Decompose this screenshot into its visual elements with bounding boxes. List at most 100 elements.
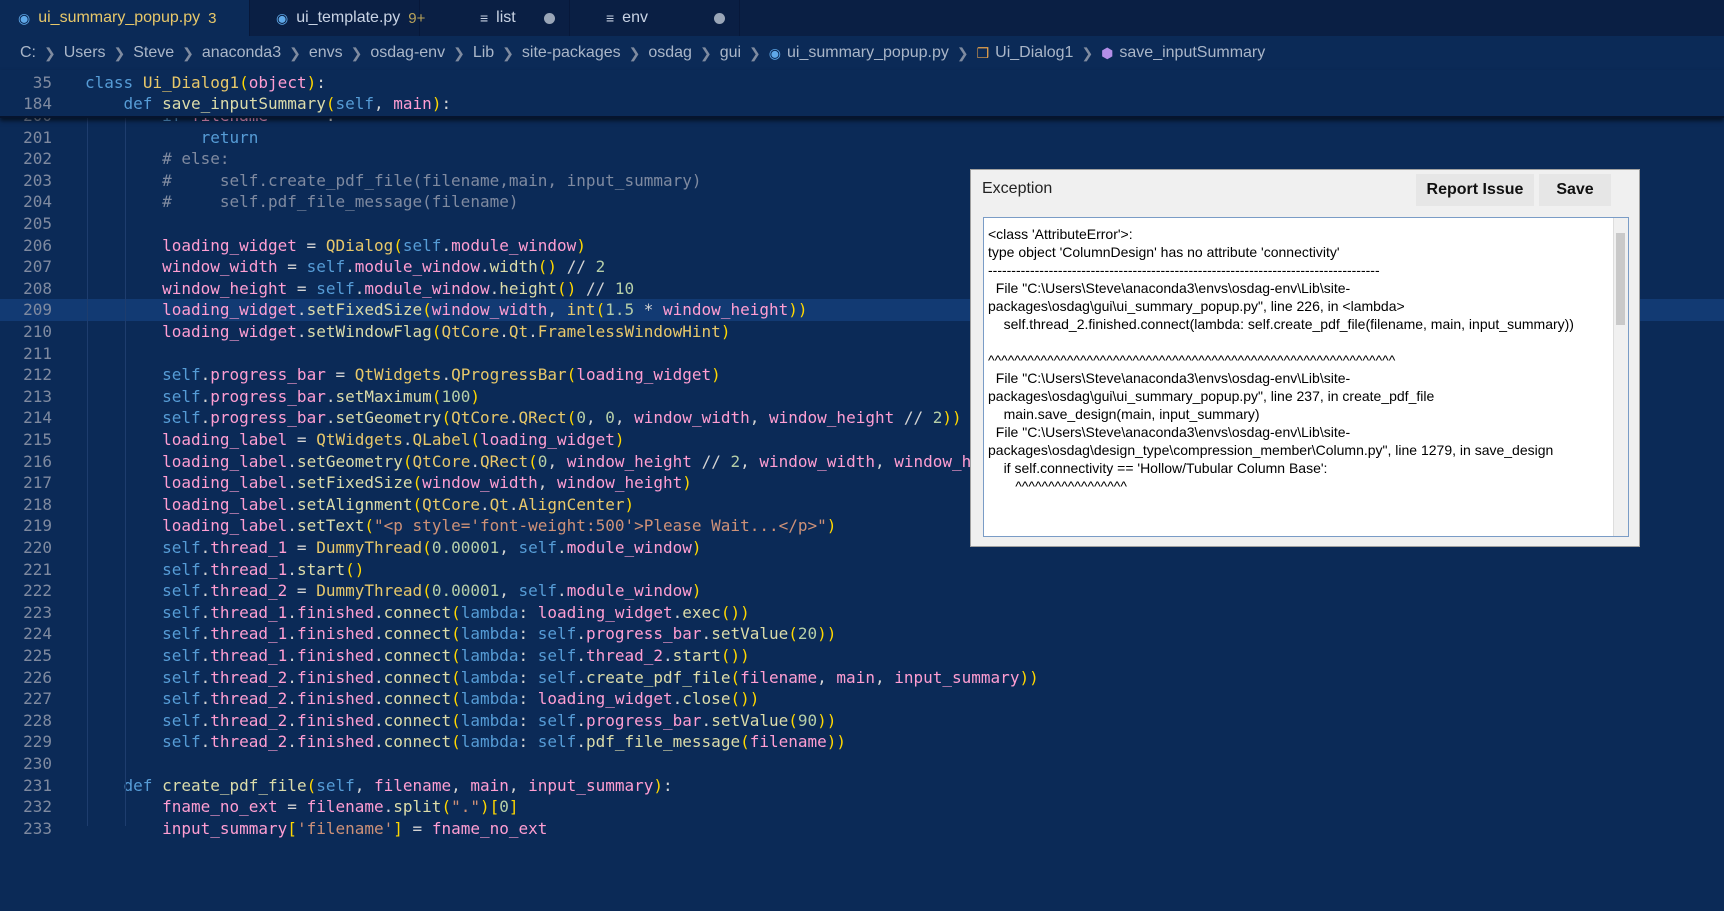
breadcrumb-item[interactable]: osdag [648, 44, 692, 62]
line-number[interactable]: 211 [0, 343, 52, 365]
code-line[interactable]: 228 self.thread_2.finished.connect(lambd… [0, 710, 1724, 732]
report-issue-button[interactable]: Report Issue [1416, 174, 1534, 206]
breadcrumb-item[interactable]: Ui_Dialog1 [995, 44, 1073, 62]
code-line[interactable]: 225 self.thread_1.finished.connect(lambd… [0, 645, 1724, 667]
line-number[interactable]: 213 [0, 386, 52, 408]
code-line[interactable]: 222 self.thread_2 = DummyThread(0.00001,… [0, 580, 1724, 602]
breadcrumb-item[interactable]: Lib [473, 44, 494, 62]
line-number[interactable]: 215 [0, 429, 52, 451]
line-number[interactable]: 214 [0, 407, 52, 429]
line-number[interactable]: 225 [0, 645, 52, 667]
code-line[interactable]: 232 fname_no_ext = filename.split(".")[0… [0, 796, 1724, 818]
code-text[interactable]: self.thread_2 = DummyThread(0.00001, sel… [85, 580, 702, 602]
line-number[interactable]: 208 [0, 278, 52, 300]
code-text[interactable]: loading_widget.setWindowFlag(QtCore.Qt.F… [85, 321, 730, 343]
line-number[interactable]: 201 [0, 127, 52, 149]
breadcrumb-item[interactable]: save_inputSummary [1119, 44, 1265, 62]
tab-ui-template[interactable]: ◉ ui_template.py 9+ [250, 0, 425, 36]
breadcrumb-item[interactable]: osdag-env [370, 44, 445, 62]
sticky-code-line[interactable]: 35 class Ui_Dialog1(object): [0, 72, 1724, 94]
code-line[interactable]: 224 self.thread_1.finished.connect(lambd… [0, 623, 1724, 645]
code-text[interactable]: class Ui_Dialog1(object): [85, 72, 326, 94]
line-number[interactable]: 222 [0, 580, 52, 602]
line-number[interactable]: 206 [0, 235, 52, 257]
vertical-scrollbar[interactable] [1613, 218, 1628, 536]
code-line[interactable]: 227 self.thread_2.finished.connect(lambd… [0, 688, 1724, 710]
breadcrumb-item[interactable]: Users [64, 44, 106, 62]
line-number[interactable]: 230 [0, 753, 52, 775]
code-text[interactable]: self.thread_1 = DummyThread(0.00001, sel… [85, 537, 702, 559]
code-text[interactable]: loading_label = QtWidgets.QLabel(loading… [85, 429, 624, 451]
code-text[interactable]: self.thread_2.finished.connect(lambda: s… [85, 667, 1039, 689]
line-number[interactable]: 218 [0, 494, 52, 516]
sticky-code-line[interactable]: 184 def save_inputSummary(self, main): [0, 93, 1724, 115]
code-text[interactable]: fname_no_ext = filename.split(".")[0] [85, 796, 518, 818]
code-text[interactable]: # self.create_pdf_file(filename,main, in… [85, 170, 701, 192]
code-text[interactable]: window_height = self.module_window.heigh… [85, 278, 634, 300]
code-line[interactable]: 223 self.thread_1.finished.connect(lambd… [0, 602, 1724, 624]
code-text[interactable]: def create_pdf_file(self, filename, main… [85, 775, 673, 797]
code-text[interactable]: self.thread_1.finished.connect(lambda: s… [85, 623, 836, 645]
line-number[interactable]: 227 [0, 688, 52, 710]
unsaved-dot-icon[interactable] [544, 12, 555, 24]
scrollbar-thumb[interactable] [1616, 233, 1625, 325]
line-number[interactable]: 223 [0, 602, 52, 624]
save-button[interactable]: Save [1539, 174, 1611, 206]
code-text[interactable]: loading_label.setText("<p style='font-we… [85, 515, 836, 537]
code-text[interactable]: self.progress_bar.setMaximum(100) [85, 386, 480, 408]
tab-env[interactable]: ≡ env [570, 0, 740, 36]
code-text[interactable]: loading_widget.setFixedSize(window_width… [85, 299, 807, 321]
code-text[interactable]: self.thread_2.finished.connect(lambda: l… [85, 688, 759, 710]
line-number[interactable]: 212 [0, 364, 52, 386]
line-number[interactable]: 210 [0, 321, 52, 343]
line-number[interactable]: 224 [0, 623, 52, 645]
line-number[interactable]: 228 [0, 710, 52, 732]
code-line[interactable]: 229 self.thread_2.finished.connect(lambd… [0, 731, 1724, 753]
line-number[interactable]: 184 [0, 93, 52, 115]
code-line[interactable]: 221 self.thread_1.start() [0, 559, 1724, 581]
line-number[interactable]: 220 [0, 537, 52, 559]
line-number[interactable]: 233 [0, 818, 52, 840]
code-text[interactable]: loading_label.setGeometry(QtCore.QRect(0… [85, 451, 1039, 473]
breadcrumb-item[interactable]: C: [20, 44, 36, 62]
breadcrumb-item[interactable]: Steve [133, 44, 174, 62]
code-text[interactable]: self.progress_bar = QtWidgets.QProgressB… [85, 364, 721, 386]
code-text[interactable]: self.thread_1.start() [85, 559, 364, 581]
code-text[interactable]: self.thread_2.finished.connect(lambda: s… [85, 710, 836, 732]
code-text[interactable]: self.thread_1.finished.connect(lambda: s… [85, 645, 750, 667]
code-text[interactable]: window_width = self.module_window.width(… [85, 256, 605, 278]
code-text[interactable]: self.thread_2.finished.connect(lambda: s… [85, 731, 846, 753]
line-number[interactable]: 229 [0, 731, 52, 753]
tab-list[interactable]: ≡ list [420, 0, 570, 36]
code-text[interactable]: self.progress_bar.setGeometry(QtCore.QRe… [85, 407, 962, 429]
line-number[interactable]: 217 [0, 472, 52, 494]
line-number[interactable]: 205 [0, 213, 52, 235]
line-number[interactable]: 204 [0, 191, 52, 213]
code-line[interactable]: 226 self.thread_2.finished.connect(lambd… [0, 667, 1724, 689]
code-text[interactable]: # self.pdf_file_message(filename) [85, 191, 518, 213]
breadcrumb-item[interactable]: site-packages [522, 44, 621, 62]
line-number[interactable]: 216 [0, 451, 52, 473]
line-number[interactable]: 209 [0, 299, 52, 321]
breadcrumb-item[interactable]: gui [720, 44, 741, 62]
code-text[interactable]: loading_label.setFixedSize(window_width,… [85, 472, 692, 494]
breadcrumb-item[interactable]: ui_summary_popup.py [787, 44, 949, 62]
line-number[interactable]: 231 [0, 775, 52, 797]
code-line[interactable]: 202 # else: [0, 148, 1724, 170]
line-number[interactable]: 219 [0, 515, 52, 537]
line-number[interactable]: 207 [0, 256, 52, 278]
code-text[interactable]: return [85, 127, 259, 149]
code-line[interactable]: 230 [0, 753, 1724, 775]
code-text[interactable]: # else: [85, 148, 229, 170]
code-text[interactable]: self.thread_1.finished.connect(lambda: l… [85, 602, 750, 624]
line-number[interactable]: 203 [0, 170, 52, 192]
line-number[interactable]: 232 [0, 796, 52, 818]
code-text[interactable]: input_summary['filename'] = fname_no_ext [85, 818, 547, 840]
exception-text-area[interactable]: ----------------------------------------… [983, 217, 1629, 537]
code-line[interactable]: 201 return [0, 127, 1724, 149]
code-line[interactable]: 233 input_summary['filename'] = fname_no… [0, 818, 1724, 840]
line-number[interactable]: 221 [0, 559, 52, 581]
breadcrumb-item[interactable]: anaconda3 [202, 44, 281, 62]
line-number[interactable]: 226 [0, 667, 52, 689]
code-text[interactable]: def save_inputSummary(self, main): [85, 93, 452, 115]
